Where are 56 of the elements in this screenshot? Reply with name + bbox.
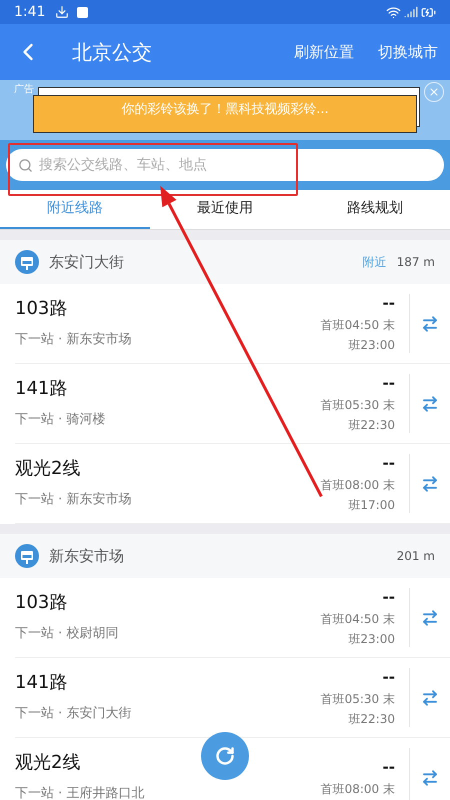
schedule-text: 首班08:00 末 bbox=[320, 780, 395, 798]
wifi-icon bbox=[386, 4, 401, 20]
schedule-text: 首班04:50 末班23:00 bbox=[320, 610, 395, 648]
search-icon bbox=[18, 158, 33, 172]
ad-text: 你的彩铃该换了！黑科技视频彩铃... bbox=[121, 101, 329, 119]
line-name: 103路 bbox=[15, 298, 68, 320]
arrival-time: -- bbox=[382, 453, 395, 474]
bus-stop-icon bbox=[15, 544, 39, 568]
arrival-time: -- bbox=[382, 293, 395, 314]
station-name: 东安门大街 bbox=[49, 252, 124, 273]
tab[interactable]: 最近使用 bbox=[197, 198, 253, 219]
close-icon bbox=[428, 86, 440, 98]
app-bar-action[interactable]: 切换城市 bbox=[366, 34, 450, 70]
next-stop: 下一站 · 东安门大街 bbox=[15, 705, 132, 723]
swap-arrows-icon bbox=[421, 768, 439, 786]
schedule-text: 首班08:00 末班17:00 bbox=[320, 476, 395, 514]
search-field[interactable]: 搜索公交线路、车站、地点 bbox=[6, 149, 444, 181]
download-icon bbox=[55, 5, 70, 19]
swap-arrows-icon bbox=[421, 474, 439, 492]
signal-icon bbox=[404, 5, 418, 19]
station-header[interactable]: 东安门大街 附近 187 m bbox=[0, 240, 450, 284]
swap-arrows-icon bbox=[421, 314, 439, 332]
line-name: 观光2线 bbox=[15, 458, 80, 480]
next-stop: 下一站 · 新东安市场 bbox=[15, 491, 132, 509]
arrival-time: -- bbox=[382, 373, 395, 394]
tab[interactable]: 路线规划 bbox=[347, 198, 403, 219]
ad-close-button[interactable] bbox=[424, 82, 444, 102]
next-stop: 下一站 · 校尉胡同 bbox=[15, 625, 118, 643]
swap-arrows-icon bbox=[421, 394, 439, 412]
station-header[interactable]: 新东安市场 201 m bbox=[0, 534, 450, 578]
station-name: 新东安市场 bbox=[49, 546, 124, 567]
schedule-text: 首班05:30 末班22:30 bbox=[320, 690, 395, 728]
app-title: 北京公交 bbox=[72, 39, 152, 66]
status-time: 1:41 bbox=[14, 2, 46, 22]
ad-tag: 广告 bbox=[14, 82, 34, 97]
nearby-label: 附近 bbox=[362, 254, 387, 271]
station-distance: 201 m bbox=[396, 548, 435, 565]
next-stop: 下一站 · 王府井路口北 bbox=[15, 785, 144, 800]
refresh-icon bbox=[215, 746, 235, 766]
line-name: 141路 bbox=[15, 378, 68, 400]
bus-stop-icon bbox=[15, 250, 39, 274]
arrival-time: -- bbox=[382, 667, 395, 688]
next-stop: 下一站 · 新东安市场 bbox=[15, 331, 132, 349]
app-bar-action[interactable]: 刷新位置 bbox=[282, 34, 366, 70]
line-name: 141路 bbox=[15, 672, 68, 694]
schedule-text: 首班04:50 末班23:00 bbox=[320, 316, 395, 354]
station-distance: 187 m bbox=[396, 254, 435, 271]
swap-arrows-icon bbox=[421, 608, 439, 626]
schedule-text: 首班05:30 末班22:30 bbox=[320, 396, 395, 434]
arrival-time: -- bbox=[382, 757, 395, 778]
line-name: 103路 bbox=[15, 592, 68, 614]
arrival-time: -- bbox=[382, 587, 395, 608]
swap-arrows-icon bbox=[421, 688, 439, 706]
next-stop: 下一站 · 骑河楼 bbox=[15, 411, 106, 429]
line-name: 观光2线 bbox=[15, 752, 80, 774]
search-input[interactable]: 搜索公交线路、车站、地点 bbox=[39, 154, 432, 176]
